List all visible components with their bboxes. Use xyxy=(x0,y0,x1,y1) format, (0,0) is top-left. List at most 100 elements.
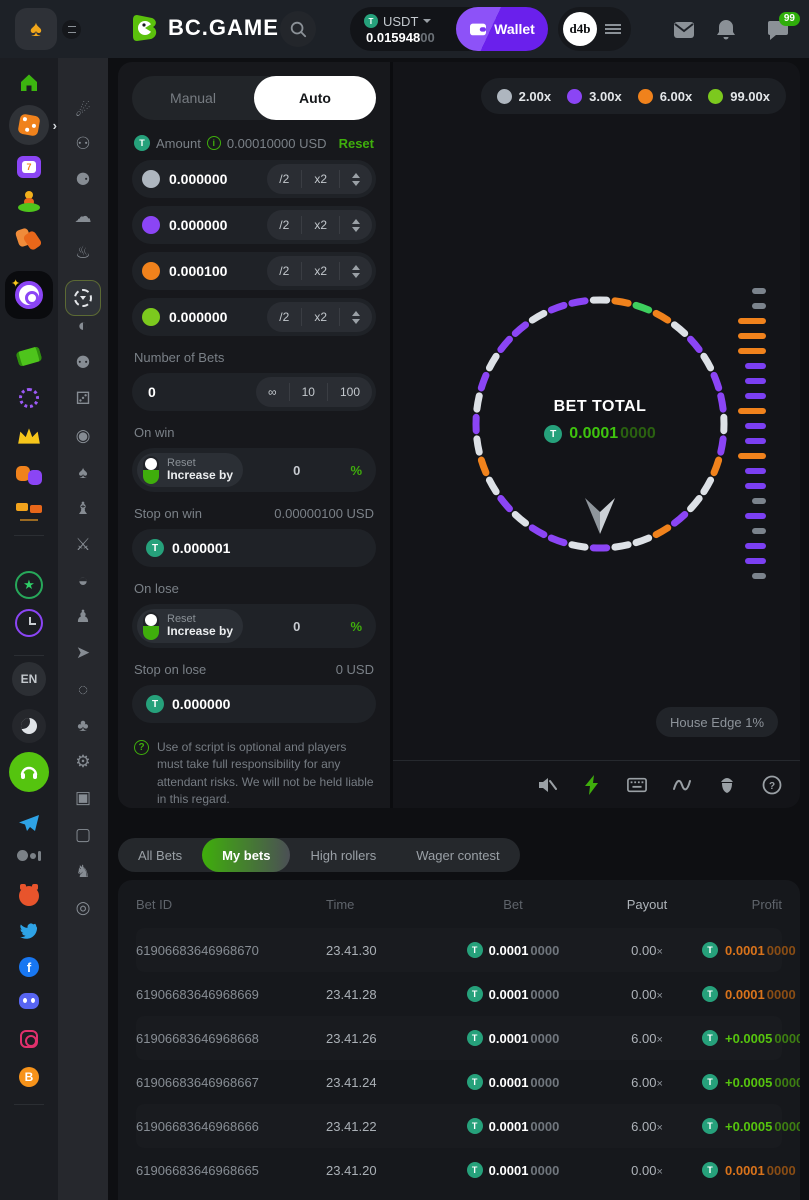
bets-tab-high-rollers[interactable]: High rollers xyxy=(290,838,396,872)
stepper[interactable] xyxy=(339,262,372,280)
search-button[interactable] xyxy=(280,11,316,47)
game-icon-2[interactable]: ⚇ xyxy=(58,134,108,154)
sidebar-item-ring[interactable] xyxy=(0,388,58,408)
half-button[interactable]: /2 xyxy=(267,308,301,326)
half-button[interactable]: /2 xyxy=(267,170,301,188)
account-widget[interactable]: d4b xyxy=(558,7,631,51)
bets-tab-all-bets[interactable]: All Bets xyxy=(118,838,202,872)
step-down-icon[interactable] xyxy=(352,227,360,232)
stepper[interactable] xyxy=(339,216,372,234)
bet-history-row[interactable]: 61906683646968669 23.41.28 T 0.00010000 … xyxy=(136,972,782,1016)
game-icon-3[interactable]: ⚈ xyxy=(58,170,108,190)
reset-amounts-button[interactable]: Reset xyxy=(339,136,374,151)
double-button[interactable]: x2 xyxy=(301,308,339,326)
theme-toggle[interactable] xyxy=(0,709,58,743)
tab-auto[interactable]: Auto xyxy=(254,76,376,120)
sidebar-item-vip-club[interactable]: ★ xyxy=(0,571,58,599)
tab-manual[interactable]: Manual xyxy=(132,76,254,120)
step-up-icon[interactable] xyxy=(352,265,360,270)
game-icon-4[interactable]: ☁ xyxy=(58,207,108,227)
sound-muted-button[interactable] xyxy=(537,775,557,795)
sidebar-item-vip[interactable] xyxy=(0,426,58,446)
game-icon-7[interactable]: ◐ xyxy=(58,316,108,336)
game-icon-20[interactable]: ▣ xyxy=(58,788,108,808)
bet-history-row[interactable]: 61906683646968666 23.41.22 T 0.00010000 … xyxy=(136,1104,782,1148)
double-button[interactable]: x2 xyxy=(301,262,339,280)
game-icon-9[interactable]: ⚂ xyxy=(58,389,108,409)
step-up-icon[interactable] xyxy=(352,173,360,178)
support-button[interactable] xyxy=(0,752,58,792)
social-github[interactable] xyxy=(0,886,58,906)
bet-amount-input[interactable]: 0.000000 xyxy=(169,309,227,325)
preset-button[interactable]: 100 xyxy=(327,383,372,401)
social-twitter[interactable] xyxy=(0,922,58,939)
bet-history-row[interactable]: 61906683646968670 23.41.30 T 0.00010000 … xyxy=(136,928,782,972)
sidebar-item-sports[interactable] xyxy=(0,466,58,486)
bet-history-row[interactable]: 61906683646968665 23.41.20 T 0.00010000 … xyxy=(136,1148,782,1192)
social-discord[interactable] xyxy=(0,993,58,1009)
preset-button[interactable]: 10 xyxy=(289,383,327,401)
stop-on-win-input[interactable]: 0.000001 xyxy=(172,540,230,556)
game-icon-23[interactable]: ◎ xyxy=(58,898,108,918)
step-down-icon[interactable] xyxy=(352,319,360,324)
social-instagram[interactable] xyxy=(0,1030,58,1048)
bet-history-row[interactable]: 61906683646968668 23.41.26 T 0.00010000 … xyxy=(136,1016,782,1060)
game-icon-14[interactable]: ◒ xyxy=(58,571,108,591)
sidebar-item-slots[interactable]: 7 xyxy=(0,156,58,178)
game-icon-10[interactable]: ◉ xyxy=(58,426,108,446)
step-up-icon[interactable] xyxy=(352,311,360,316)
collapse-sidebar-button[interactable] xyxy=(62,20,81,39)
social-medium[interactable] xyxy=(0,850,58,861)
preset-button[interactable]: ∞ xyxy=(256,383,289,401)
notifications-button[interactable] xyxy=(715,18,739,42)
social-telegram[interactable] xyxy=(0,814,58,832)
sidebar-item-casino[interactable]: › xyxy=(0,105,58,145)
step-down-icon[interactable] xyxy=(352,273,360,278)
game-icon-18[interactable]: ♣ xyxy=(58,716,108,736)
game-icon-16[interactable]: ➤ xyxy=(58,643,108,663)
half-button[interactable]: /2 xyxy=(267,216,301,234)
game-icon-wheel-active[interactable] xyxy=(58,280,108,316)
hotkeys-button[interactable] xyxy=(627,775,647,795)
balance-widget[interactable]: T USDT 0.01594800 Wallet xyxy=(350,7,548,51)
on-lose-increase-option[interactable]: Increase by xyxy=(167,625,233,639)
messages-button[interactable] xyxy=(672,18,696,42)
sidebar-item-promotions[interactable] xyxy=(0,229,58,251)
chat-button[interactable]: 99 xyxy=(766,18,790,42)
game-icon-5[interactable]: ♨ xyxy=(58,243,108,263)
number-of-bets-input[interactable]: 0 xyxy=(148,384,156,400)
stepper[interactable] xyxy=(339,308,372,326)
sidebar-item-affiliate[interactable] xyxy=(0,503,58,523)
bet-history-row[interactable]: 61906683646968667 23.41.24 T 0.00010000 … xyxy=(136,1060,782,1104)
bet-amount-input[interactable]: 0.000100 xyxy=(169,263,227,279)
on-win-value-input[interactable]: 0 xyxy=(243,463,350,478)
sidebar-item-bcoriginals[interactable] xyxy=(0,191,58,213)
turbo-button[interactable] xyxy=(582,775,602,795)
bets-tab-my-bets[interactable]: My bets xyxy=(202,838,290,872)
social-facebook[interactable]: f xyxy=(0,957,58,977)
half-button[interactable]: /2 xyxy=(267,262,301,280)
bet-amount-input[interactable]: 0.000000 xyxy=(169,171,227,187)
on-win-mode-toggle[interactable]: Reset Increase by xyxy=(137,453,243,487)
brand-logo[interactable]: BC.GAME xyxy=(128,12,279,44)
sidebar-item-lottery[interactable] xyxy=(0,349,58,364)
game-icon-11[interactable]: ♠ xyxy=(58,463,108,483)
sidebar-item-home[interactable] xyxy=(0,71,58,95)
on-win-increase-option[interactable]: Increase by xyxy=(167,469,233,483)
sidebar-item-recent[interactable] xyxy=(0,609,58,637)
game-icon-12[interactable]: ♝ xyxy=(58,499,108,519)
game-icon-13[interactable]: ⚔ xyxy=(58,535,108,555)
on-lose-value-input[interactable]: 0 xyxy=(243,619,350,634)
social-bitcointalk[interactable]: B xyxy=(0,1067,58,1087)
stats-button[interactable] xyxy=(672,775,692,795)
avatar[interactable]: d4b xyxy=(563,12,597,46)
stepper[interactable] xyxy=(339,170,372,188)
game-icon-1[interactable]: ☄ xyxy=(58,101,108,121)
language-button[interactable]: EN xyxy=(0,662,58,696)
game-icon-15[interactable]: ♟ xyxy=(58,607,108,627)
info-icon[interactable]: i xyxy=(207,136,221,150)
game-icon-8[interactable]: ⚉ xyxy=(58,353,108,373)
bets-tab-wager-contest[interactable]: Wager contest xyxy=(396,838,519,872)
game-icon-17[interactable]: ◌ xyxy=(58,680,108,700)
casino-menu-button[interactable]: ♠ xyxy=(15,8,57,50)
